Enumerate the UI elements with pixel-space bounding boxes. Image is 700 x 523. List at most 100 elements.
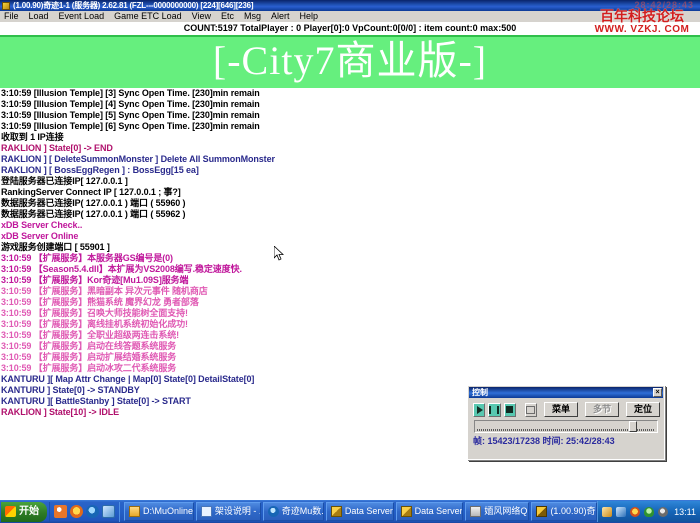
taskbar: 开始 D:\MuOnline... 架设说明 - ... 奇迹Mu数... Data … — [0, 500, 700, 523]
taskbar-task-label: 媔风网络Q... — [484, 503, 529, 520]
log-line: 3:10:59 【扩展服务】全职业超级两连击系统! — [0, 330, 700, 341]
mouse-cursor-icon — [274, 246, 284, 261]
menu-item-msg[interactable]: Msg — [239, 11, 266, 22]
menu-item-game-etc-load[interactable]: Game ETC Load — [109, 11, 187, 22]
log-line: RankingServer Connect IP [ 127.0.0.1 ; 事… — [0, 187, 700, 198]
taskbar-task-label: Data Server... — [345, 503, 394, 520]
control-dialog-title: 控制 — [472, 387, 488, 398]
menu-item-help[interactable]: Help — [295, 11, 324, 22]
log-line: RAKLION ] [ DeleteSummonMonster ] Delete… — [0, 154, 700, 165]
taskbar-task-label: D:\MuOnline... — [143, 503, 194, 520]
taskbar-task[interactable]: (1.00.90)奇... — [531, 502, 597, 521]
taskbar-task[interactable]: 媔风网络Q... — [465, 502, 529, 521]
log-line: 登陆服务器已连接IP[ 127.0.0.1 ] — [0, 176, 700, 187]
taskbar-task-label: 奇迹Mu数... — [282, 503, 324, 520]
eject-icon — [526, 406, 535, 414]
app-icon[interactable] — [102, 505, 115, 518]
window-title: (1.00.90)奇迹1-1 (服务器) 2.62.81 (FZL---0000… — [13, 0, 253, 11]
printer-icon[interactable] — [602, 507, 612, 517]
taskbar-task-list: D:\MuOnline... 架设说明 - ... 奇迹Mu数... Data Ser… — [120, 502, 597, 521]
stop-button[interactable] — [504, 403, 516, 417]
brand-watermark: 28:42/28:43 百年科技论坛 WWW. VZKJ. COM — [586, 0, 698, 36]
menu-item-load[interactable]: Load — [24, 11, 54, 22]
stop-icon — [506, 406, 513, 413]
globe-icon — [268, 506, 279, 517]
log-line: 3:10:59 [Illusion Temple] [3] Sync Open … — [0, 88, 700, 99]
qq-icon[interactable] — [54, 505, 67, 518]
log-line: 数据服务器已连接IP( 127.0.0.1 ) 端口 ( 55960 ) — [0, 198, 700, 209]
taskbar-task[interactable]: D:\MuOnline... — [124, 502, 194, 521]
browser-icon[interactable] — [70, 505, 83, 518]
pause-icon — [489, 406, 499, 414]
chapter-button: 多节 — [585, 402, 619, 417]
brand-chinese-text: 百年科技论坛 — [587, 9, 697, 23]
taskbar-task-label: 架设说明 - ... — [215, 503, 261, 520]
log-line: 3:10:59 【扩展服务】离线挂机系统初始化成功! — [0, 319, 700, 330]
shield-icon[interactable] — [644, 507, 654, 517]
log-line: RAKLION ] [ BossEggRegen ] : BossEgg[15 … — [0, 165, 700, 176]
brand-url-text: WWW. VZKJ. COM — [587, 24, 697, 35]
control-dialog-titlebar[interactable]: 控制 × — [469, 387, 663, 398]
control-buttons-row: 菜单 多节 定位 — [468, 399, 664, 418]
log-line: 收取到 1 IP连接 — [0, 132, 700, 143]
log-line: 3:10:59 【扩展服务】熊猫系统 魔界幻龙 勇者部落 — [0, 297, 700, 308]
log-line: 游戏服务创建端口 [ 55901 ] — [0, 242, 700, 253]
menu-item-alert[interactable]: Alert — [266, 11, 295, 22]
log-line: xDB Server Online — [0, 231, 700, 242]
menu-button[interactable]: 菜单 — [544, 402, 578, 417]
server-icon — [331, 506, 342, 517]
banner-title: [-City7商业版-] — [0, 36, 700, 86]
taskbar-clock[interactable]: 13:11 — [672, 507, 696, 517]
locate-button[interactable]: 定位 — [626, 402, 660, 417]
playback-slider[interactable] — [474, 420, 658, 433]
log-line: 3:10:59 【Season5.4.dll】本扩展为VS2008编写.稳定速度… — [0, 264, 700, 275]
log-line: 3:10:59 【扩展服务】启动扩展结婚系统服务 — [0, 352, 700, 363]
server-icon — [401, 506, 412, 517]
log-line: 3:10:59 【扩展服务】启动冰攻二代系统服务 — [0, 363, 700, 374]
windows-flag-icon — [5, 506, 16, 517]
app-icon — [470, 506, 481, 517]
media-icon[interactable] — [86, 505, 99, 518]
qq-icon[interactable] — [630, 507, 640, 517]
taskbar-task-label: (1.00.90)奇... — [550, 503, 597, 520]
play-icon — [477, 406, 483, 414]
clock-tray-icon[interactable] — [658, 507, 668, 517]
doc-icon — [201, 506, 212, 517]
taskbar-task[interactable]: 架设说明 - ... — [196, 502, 261, 521]
taskbar-task[interactable]: Data Server... — [326, 502, 394, 521]
menu-item-event-load[interactable]: Event Load — [54, 11, 110, 22]
start-button-label: 开始 — [19, 502, 39, 522]
system-tray: 13:11 — [597, 501, 700, 522]
slider-thumb[interactable] — [629, 421, 637, 432]
mu-icon — [536, 506, 547, 517]
log-line: 3:10:59 【扩展服务】启动在线答题系统服务 — [0, 341, 700, 352]
network-icon[interactable] — [616, 507, 626, 517]
log-line: 3:10:59 【扩展服务】本服务器GS编号是(0) — [0, 253, 700, 264]
log-line: 3:10:59 [Illusion Temple] [5] Sync Open … — [0, 110, 700, 121]
close-icon[interactable]: × — [653, 388, 662, 397]
pause-button[interactable] — [488, 403, 500, 417]
window-icon — [2, 2, 10, 10]
menu-item-etc[interactable]: Etc — [216, 11, 239, 22]
log-line: RAKLION ] State[0] -> END — [0, 143, 700, 154]
playback-control-dialog[interactable]: 控制 × 菜单 多节 定位 帧: 15423/17238 时间: 25:42/2… — [467, 385, 665, 460]
folder-icon — [129, 506, 140, 517]
start-button[interactable]: 开始 — [1, 502, 47, 522]
eject-button[interactable] — [525, 403, 537, 417]
log-line: xDB Server Check.. — [0, 220, 700, 231]
playback-info: 帧: 15423/17238 时间: 25:42/28:43 — [473, 435, 659, 448]
log-line: 数据服务器已连接IP( 127.0.0.1 ) 端口 ( 55962 ) — [0, 209, 700, 220]
log-line: 3:10:59 [Illusion Temple] [4] Sync Open … — [0, 99, 700, 110]
menu-item-file[interactable]: File — [0, 11, 24, 22]
taskbar-task-label: Data Server... — [415, 503, 464, 520]
desktop-root: (1.00.90)奇迹1-1 (服务器) 2.62.81 (FZL---0000… — [0, 0, 700, 523]
server-banner: [-City7商业版-] — [0, 35, 700, 88]
quick-launch-bar — [49, 502, 120, 522]
taskbar-task[interactable]: Data Server... — [396, 502, 464, 521]
log-line: KANTURU ][ Map Attr Change | Map[0] Stat… — [0, 374, 700, 385]
menu-item-view[interactable]: View — [187, 11, 216, 22]
log-line: 3:10:59 [Illusion Temple] [6] Sync Open … — [0, 121, 700, 132]
play-button[interactable] — [473, 403, 485, 417]
log-line: 3:10:59 【扩展服务】召唤大师技能树全面支持! — [0, 308, 700, 319]
taskbar-task[interactable]: 奇迹Mu数... — [263, 502, 324, 521]
